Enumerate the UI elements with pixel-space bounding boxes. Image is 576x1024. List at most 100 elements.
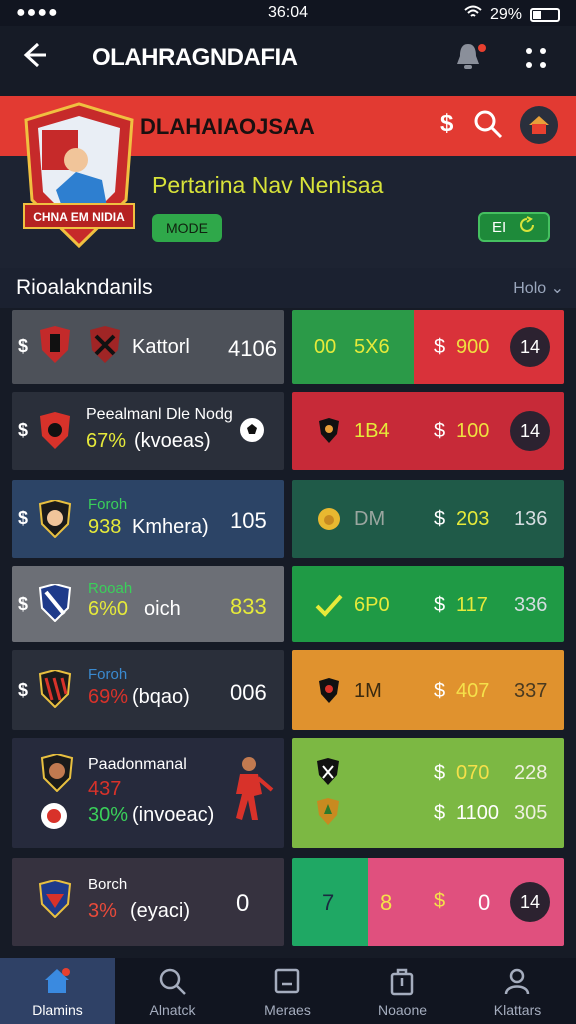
match-odds: 1M $ 407 337 bbox=[292, 650, 564, 730]
team-shield-icon bbox=[319, 678, 339, 703]
nav-item-alnatck[interactable]: Alnatck bbox=[115, 958, 230, 1024]
match-odds: 7 8 $ 0 14 bbox=[292, 858, 564, 946]
odds-extra: 337 bbox=[514, 680, 548, 702]
bag-icon bbox=[390, 968, 414, 996]
match-info: $ Foroh 938 Kmhera) 105 bbox=[12, 480, 284, 558]
team-sub: (bqao) bbox=[132, 686, 190, 708]
price-currency: $ bbox=[434, 594, 446, 616]
section-more-link[interactable]: Holo ⌄ bbox=[513, 278, 564, 298]
team-score: 833 bbox=[230, 594, 267, 619]
team-score: 006 bbox=[230, 680, 267, 705]
team-percent: 938 bbox=[88, 516, 122, 538]
nav-item-klattars[interactable]: Klattars bbox=[460, 958, 576, 1024]
search-icon bbox=[159, 968, 186, 995]
team-label: Rooah bbox=[88, 580, 133, 597]
team-sub: oich bbox=[144, 598, 181, 620]
odds-extra: 228 bbox=[514, 762, 548, 784]
dot-icon bbox=[540, 48, 546, 54]
team-subtitle: Pertarina Nav Nenisaa bbox=[152, 172, 384, 198]
team-crest: CHNA EM NIDIA bbox=[16, 100, 142, 250]
price-value: 203 bbox=[456, 508, 490, 530]
odds-value: 1B4 bbox=[354, 420, 390, 442]
search-button[interactable] bbox=[472, 108, 506, 142]
price-value: 0 bbox=[478, 890, 491, 915]
price-value: 117 bbox=[456, 594, 488, 616]
match-row[interactable]: Paadonmanal 437 30% (invoeac) $ 070 228 … bbox=[12, 738, 564, 848]
match-row[interactable]: $ Foroh 938 Kmhera) 105 DM $ 203 136 bbox=[12, 480, 564, 558]
nav-label: Meraes bbox=[264, 1002, 311, 1018]
nav-label: Alnatck bbox=[149, 1002, 196, 1018]
odds-extra: 336 bbox=[514, 594, 548, 616]
odds-segment-green bbox=[292, 310, 414, 384]
team-shield-icon bbox=[40, 326, 70, 363]
row-currency: $ bbox=[18, 508, 29, 528]
nav-label: Klattars bbox=[493, 1002, 542, 1018]
match-odds: $ 070 228 $ 1100 305 bbox=[292, 738, 564, 848]
team-sub: Kmhera) bbox=[132, 516, 209, 538]
nav-item-dlamins[interactable]: Dlamins bbox=[0, 958, 115, 1024]
currency-button[interactable]: $ bbox=[440, 110, 453, 138]
match-row[interactable]: $ Peealmanl Dle Nodg 67% (kvoeas) 1B4 $ … bbox=[12, 392, 564, 470]
price-value: 900 bbox=[456, 336, 490, 358]
section-header: Rioalakndanils Holo ⌄ bbox=[0, 268, 576, 308]
battery-text: 29% bbox=[489, 5, 522, 23]
odds-value: 1M bbox=[354, 680, 382, 702]
nav-item-meraes[interactable]: Meraes bbox=[230, 958, 345, 1024]
match-row[interactable]: $ Kattorl 4106 00 5X6 $ 900 14 bbox=[12, 310, 564, 384]
more-menu-button[interactable] bbox=[522, 44, 552, 74]
home-button[interactable] bbox=[520, 106, 558, 144]
team-sub: (kvoeas) bbox=[134, 430, 211, 452]
row-currency: $ bbox=[18, 336, 29, 356]
price-value: 070 bbox=[456, 762, 490, 784]
profile-icon bbox=[504, 968, 530, 995]
match-info: $ Kattorl 4106 bbox=[12, 310, 284, 384]
team-percent: 67% bbox=[86, 430, 127, 452]
team-shield-icon bbox=[90, 326, 120, 363]
team-shield-icon bbox=[317, 798, 339, 825]
odds-value: 5X6 bbox=[354, 336, 390, 358]
team-label: Borch bbox=[88, 876, 128, 893]
team-percent-secondary: 437 bbox=[88, 778, 122, 800]
match-row[interactable]: $ Rooah 6%0 oich 833 6P0 $ 117 336 bbox=[12, 566, 564, 642]
team-name: Peealmanl Dle Nodg bbox=[86, 406, 233, 423]
team-shield-icon bbox=[38, 670, 72, 708]
team-percent: 69% bbox=[88, 686, 129, 708]
team-percent: 3% bbox=[88, 900, 117, 922]
box-icon bbox=[274, 968, 300, 994]
action-button[interactable]: EI bbox=[478, 212, 550, 242]
match-row[interactable]: Borch 3% (eyaci) 0 7 8 $ 0 14 bbox=[12, 858, 564, 946]
team-percent: 6%0 bbox=[88, 598, 129, 620]
nav-item-noaone[interactable]: Noaone bbox=[345, 958, 460, 1024]
action-button-label: EI bbox=[491, 218, 507, 236]
refresh-icon bbox=[518, 216, 536, 238]
notification-button[interactable] bbox=[452, 40, 488, 76]
team-sub: (eyaci) bbox=[130, 900, 191, 922]
match-odds: 6P0 $ 117 336 bbox=[292, 566, 564, 642]
back-button[interactable] bbox=[18, 40, 54, 76]
match-odds: DM $ 203 136 bbox=[292, 480, 564, 558]
count-badge: 14 bbox=[510, 411, 550, 451]
crest-text: CHNA EM NIDIA bbox=[33, 210, 125, 224]
page-title: OLAHRAGNDAFIA bbox=[92, 44, 298, 71]
match-row[interactable]: $ Foroh 69% (bqao) 006 1M $ 407 337 bbox=[12, 650, 564, 730]
match-info: $ Rooah 6%0 oich 833 bbox=[12, 566, 284, 642]
price-currency: $ bbox=[434, 680, 446, 702]
match-info: Borch 3% (eyaci) 0 bbox=[12, 858, 284, 946]
match-info: Paadonmanal 437 30% (invoeac) bbox=[12, 738, 284, 848]
team-name: Paadonmanal bbox=[88, 756, 187, 773]
odds-extra: 305 bbox=[514, 802, 548, 824]
mode-button[interactable]: MODE bbox=[152, 214, 222, 242]
bottom-navigation: Dlamins Alnatck Meraes Noaone Klattars bbox=[0, 958, 576, 1024]
price-currency: $ bbox=[434, 420, 446, 442]
price-value: 407 bbox=[456, 680, 490, 702]
team-name: Kattorl bbox=[132, 336, 190, 358]
back-arrow-icon bbox=[23, 42, 46, 68]
nav-label: Dlamins bbox=[32, 1002, 83, 1018]
team-score: 0 bbox=[236, 890, 250, 917]
battery-icon bbox=[530, 7, 560, 22]
status-bar: ●●●● 36:04 29% bbox=[0, 0, 576, 26]
status-right: 29% bbox=[464, 4, 560, 25]
row-currency: $ bbox=[18, 680, 29, 700]
team-shield-icon bbox=[319, 418, 339, 443]
dot-icon bbox=[526, 62, 532, 68]
